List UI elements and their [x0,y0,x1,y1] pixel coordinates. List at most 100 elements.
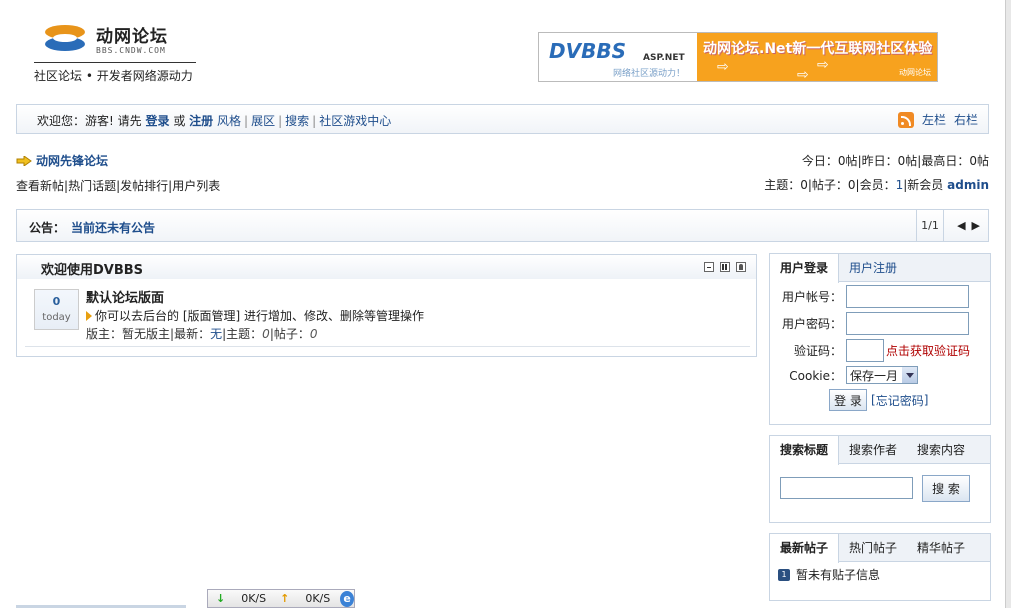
tab-best-posts[interactable]: 精华帖子 [907,534,975,562]
banner-promo: 动网论坛.Net新一代互联网社区体验 ⇨ ⇨ ⇨ 动网论坛 [697,33,937,83]
moderator-label: 版主： [86,327,123,341]
password-input[interactable] [846,312,969,335]
get-captcha-link[interactable]: 点击获取验证码 [886,342,970,359]
logo-swoosh-icon [45,25,85,51]
forgot-password-link[interactable]: 忘记密码 [876,392,924,409]
site-logo[interactable]: 动网论坛 BBS.CNDW.COM 社区论坛 • 开发者网络源动力 [34,18,204,84]
posts-box: 最新帖子 热门帖子 精华帖子 1 暂未有贴子信息 [769,533,991,601]
today-label: today [42,312,71,323]
prev-arrow-icon[interactable]: ◀ [957,219,965,232]
tab-hot-posts[interactable]: 热门帖子 [839,534,907,562]
or-text: 或 [173,114,186,128]
collapse-icon[interactable] [704,262,714,272]
max-day-value: 0 [969,154,977,168]
register-link[interactable]: 注册 [189,114,213,128]
banner-brand-name: DVBBS [549,39,626,63]
welcome-header: 欢迎使用DVBBS [17,255,756,279]
latest-value[interactable]: 无 [210,327,222,341]
nav-links: 欢迎您：游客! 请先 登录 或 注册 风格 | 展区 | 搜索 | 社区游戏中心 [37,112,391,129]
login-tabs: 用户登录 用户注册 [770,254,990,283]
user-list-link[interactable]: 用户列表 [172,179,220,193]
vertical-scrollbar[interactable] [1005,0,1011,608]
topics-value: 0 [800,178,808,192]
today-value: 0 [837,154,846,168]
arrow-right-icon: ⇨ [717,59,729,75]
password-label: 用户密码： [781,317,842,331]
login-link[interactable]: 登录 [145,114,169,128]
post-ranking-link[interactable]: 发帖排行 [120,179,168,193]
today-unit: 帖 [845,154,858,168]
welcome-text: 欢迎您：游客! 请先 [37,114,142,128]
board-name-link[interactable]: 默认论坛版面 [86,287,164,306]
welcome-title: 欢迎使用DVBBS [41,263,144,278]
number-badge: 1 [778,568,790,581]
new-member-label: 新会员 [907,178,944,192]
nav-separator: | [244,114,249,128]
max-day-label: 最高日： [921,154,970,168]
hot-topics-link[interactable]: 热门话题 [68,179,116,193]
search-link[interactable]: 搜索 [285,114,309,128]
view-new-posts-link[interactable]: 查看新帖 [16,179,64,193]
expo-link[interactable]: 展区 [251,114,275,128]
announcement-label: 公告： [29,221,66,235]
posts-value: 0 [847,178,856,192]
login-box: 用户登录 用户注册 用户帐号： 用户密码： 验证码： 点击获取验证码 Cooki… [769,253,991,425]
upload-speed: 0K/S [305,592,331,605]
captcha-input[interactable] [846,339,884,362]
login-button[interactable]: 登 录 [829,389,867,411]
max-day-unit: 帖 [976,154,989,168]
ad-banner[interactable]: DVBBS ASP.NET 网络社区源动力！ 动网论坛.Net新一代互联网社区体… [538,32,938,83]
board-description: 你可以去后台的 [版面管理] 进行增加、修改、删除等管理操作 [86,307,424,324]
browser-icon[interactable]: e [340,590,354,607]
forum-title-link[interactable]: 动网先锋论坛 [36,152,108,169]
announcement-nav: ◀ ▶ [957,219,980,232]
board-posts-label: 帖子： [273,327,310,341]
download-speed: 0K/S [241,592,267,605]
arrow-right-icon: ⇨ [797,67,809,83]
tab-search-author[interactable]: 搜索作者 [839,436,907,464]
nav-separator: | [278,114,283,128]
style-link[interactable]: 风格 [217,114,241,128]
right-column-link[interactable]: 右栏 [954,111,978,128]
logo-name: 动网论坛 [96,27,168,47]
layout-icon[interactable] [720,262,730,272]
moderator-icon[interactable] [736,262,746,272]
posts-label: 帖子： [811,178,848,192]
posts-empty-text: 暂未有贴子信息 [796,568,881,582]
banner-brand-sub: 网络社区源动力！ [613,69,686,79]
new-member-link[interactable]: admin [947,178,989,192]
announcement-text[interactable]: 当前还未有公告 [71,219,155,236]
search-button[interactable]: 搜 索 [922,475,970,502]
cookie-select[interactable]: 保存一月 [846,366,919,384]
game-center-link[interactable]: 社区游戏中心 [319,114,391,128]
captcha-label: 验证码： [793,344,842,358]
forgot-bracket: ] [923,393,929,407]
cookie-label: Cookie： [789,368,842,383]
search-box: 搜索标题 搜索作者 搜索内容 搜 索 [769,435,991,523]
tab-latest-posts[interactable]: 最新帖子 [770,534,840,563]
board-description-text: 你可以去后台的 [版面管理] 进行增加、修改、删除等管理操作 [95,309,424,323]
members-label: 会员： [859,178,896,192]
account-row: 用户帐号： [770,285,969,308]
speed-status-bar: ↓ 0K/S ↑ 0K/S e [207,589,355,608]
rss-icon[interactable] [897,111,914,128]
forum-arrow-icon [16,155,32,166]
tab-user-register[interactable]: 用户注册 [839,254,907,282]
arrow-right-icon: ⇨ [817,57,829,73]
left-column-link[interactable]: 左栏 [922,111,946,128]
download-arrow-icon: ↓ [216,592,226,605]
account-input[interactable] [846,285,969,308]
tab-search-title[interactable]: 搜索标题 [770,436,840,465]
password-row: 用户密码： [770,312,969,335]
banner-headline: 动网论坛.Net新一代互联网社区体验 [703,41,933,57]
search-input[interactable] [780,477,913,499]
today-count: 0 [52,295,61,308]
tab-user-login[interactable]: 用户登录 [770,254,840,283]
next-arrow-icon[interactable]: ▶ [972,219,980,232]
nav-separator: | [312,114,317,128]
panel-controls [704,262,746,272]
latest-label: 最新： [174,327,211,341]
search-tabs: 搜索标题 搜索作者 搜索内容 [770,436,990,465]
logo-slogan: 社区论坛 • 开发者网络源动力 [34,69,193,83]
tab-search-content[interactable]: 搜索内容 [907,436,975,464]
